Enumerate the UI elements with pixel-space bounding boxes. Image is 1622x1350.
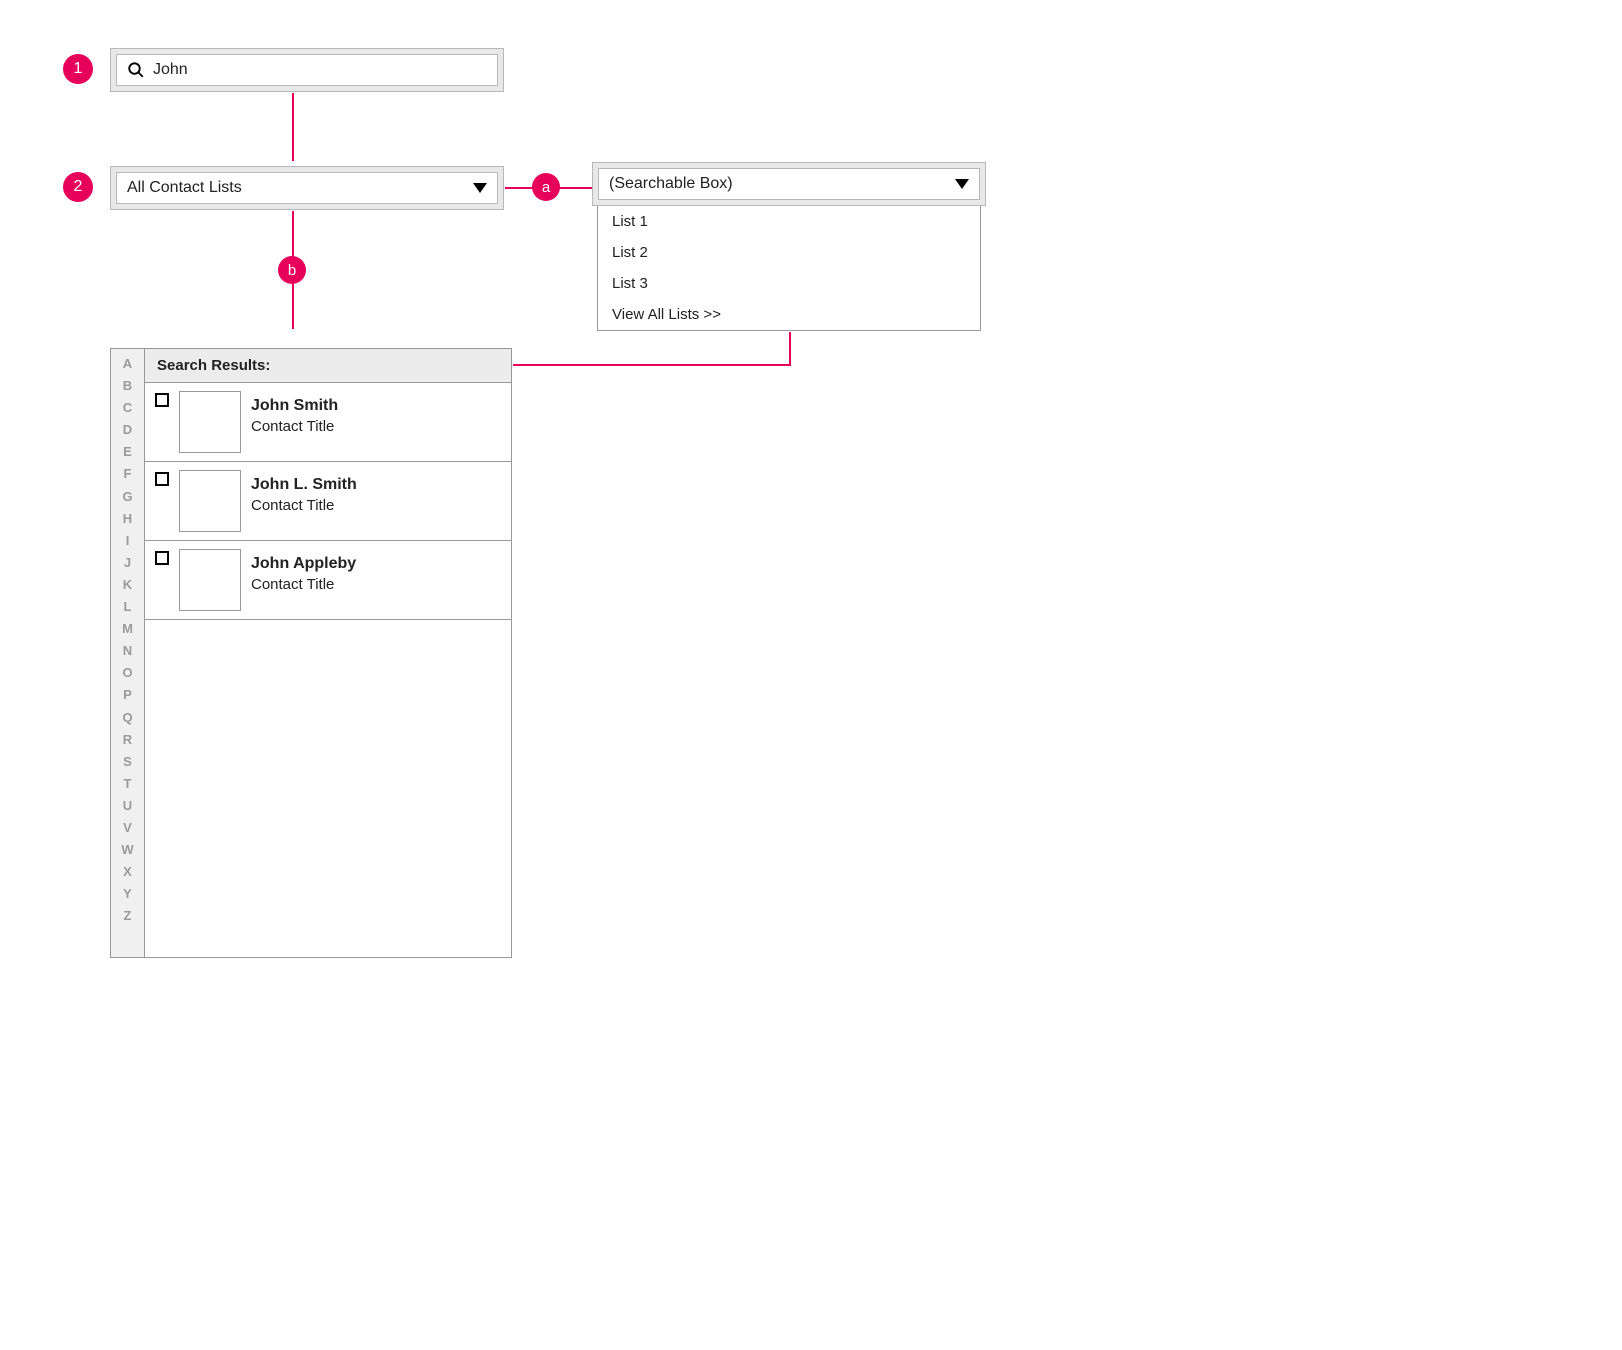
result-name: John Smith: [251, 397, 338, 415]
dropdown-option-view-all[interactable]: View All Lists >>: [598, 299, 980, 330]
callout-badge-1: 1: [63, 54, 93, 84]
alpha-index-letter[interactable]: J: [124, 552, 131, 574]
dropdown-search-container: (Searchable Box): [592, 162, 986, 206]
result-checkbox[interactable]: [155, 551, 169, 565]
alpha-index-letter[interactable]: L: [124, 596, 132, 618]
result-checkbox[interactable]: [155, 393, 169, 407]
result-text: John Smith Contact Title: [251, 391, 338, 435]
result-title: Contact Title: [251, 497, 357, 514]
alpha-index-letter[interactable]: G: [122, 486, 132, 508]
dropdown-panel: (Searchable Box) List 1 List 2 List 3 Vi…: [592, 162, 986, 331]
result-row[interactable]: John Smith Contact Title: [145, 383, 511, 462]
connector-line: [789, 332, 791, 365]
alpha-index-letter[interactable]: I: [126, 530, 130, 552]
alpha-index: A B C D E F G H I J K L M N O P Q R S T …: [111, 349, 145, 957]
alpha-index-letter[interactable]: D: [123, 419, 132, 441]
alpha-index-letter[interactable]: V: [123, 817, 132, 839]
filter-dropdown[interactable]: All Contact Lists: [116, 172, 498, 204]
result-title: Contact Title: [251, 576, 356, 593]
result-row[interactable]: John Appleby Contact Title: [145, 541, 511, 620]
result-text: John Appleby Contact Title: [251, 549, 356, 593]
dropdown-option[interactable]: List 1: [598, 206, 980, 237]
alpha-index-letter[interactable]: R: [123, 729, 132, 751]
alpha-index-letter[interactable]: F: [124, 463, 132, 485]
alpha-index-letter[interactable]: Y: [123, 883, 132, 905]
alpha-index-letter[interactable]: B: [123, 375, 132, 397]
alpha-index-letter[interactable]: K: [123, 574, 132, 596]
connector-line: [513, 364, 791, 366]
alpha-index-letter[interactable]: X: [123, 861, 132, 883]
connector-line: [292, 93, 294, 161]
alpha-index-letter[interactable]: M: [122, 618, 133, 640]
dropdown-options-list: List 1 List 2 List 3 View All Lists >>: [597, 206, 981, 331]
results-main: Search Results: John Smith Contact Title…: [145, 349, 511, 957]
alpha-index-letter[interactable]: T: [124, 773, 132, 795]
result-row[interactable]: John L. Smith Contact Title: [145, 462, 511, 541]
results-header: Search Results:: [145, 349, 511, 383]
alpha-index-letter[interactable]: Q: [122, 707, 132, 729]
search-icon: [127, 61, 145, 79]
alpha-index-letter[interactable]: H: [123, 508, 132, 530]
dropdown-option[interactable]: List 2: [598, 237, 980, 268]
alpha-index-letter[interactable]: O: [122, 662, 132, 684]
result-text: John L. Smith Contact Title: [251, 470, 357, 514]
alpha-index-letter[interactable]: C: [123, 397, 132, 419]
alpha-index-letter[interactable]: A: [123, 353, 132, 375]
alpha-index-letter[interactable]: U: [123, 795, 132, 817]
dropdown-option[interactable]: List 3: [598, 268, 980, 299]
alpha-index-letter[interactable]: P: [123, 684, 132, 706]
result-thumbnail: [179, 470, 241, 532]
search-input[interactable]: John: [116, 54, 498, 86]
chevron-down-icon: [955, 179, 969, 189]
alpha-index-letter[interactable]: E: [123, 441, 132, 463]
callout-badge-2: 2: [63, 172, 93, 202]
alpha-index-letter[interactable]: N: [123, 640, 132, 662]
search-input-value: John: [153, 61, 487, 79]
result-thumbnail: [179, 391, 241, 453]
search-field-container: John: [110, 48, 504, 92]
result-title: Contact Title: [251, 418, 338, 435]
results-panel: A B C D E F G H I J K L M N O P Q R S T …: [110, 348, 512, 958]
dropdown-search-input[interactable]: (Searchable Box): [598, 168, 980, 200]
alpha-index-letter[interactable]: Z: [124, 905, 132, 927]
result-name: John Appleby: [251, 555, 356, 573]
filter-dropdown-value: All Contact Lists: [127, 179, 473, 197]
callout-badge-a: a: [532, 173, 560, 201]
dropdown-search-placeholder: (Searchable Box): [609, 175, 955, 193]
filter-dropdown-container: All Contact Lists: [110, 166, 504, 210]
alpha-index-letter[interactable]: S: [123, 751, 132, 773]
chevron-down-icon: [473, 183, 487, 193]
result-name: John L. Smith: [251, 476, 357, 494]
result-checkbox[interactable]: [155, 472, 169, 486]
result-thumbnail: [179, 549, 241, 611]
alpha-index-letter[interactable]: W: [121, 839, 133, 861]
callout-badge-b: b: [278, 256, 306, 284]
